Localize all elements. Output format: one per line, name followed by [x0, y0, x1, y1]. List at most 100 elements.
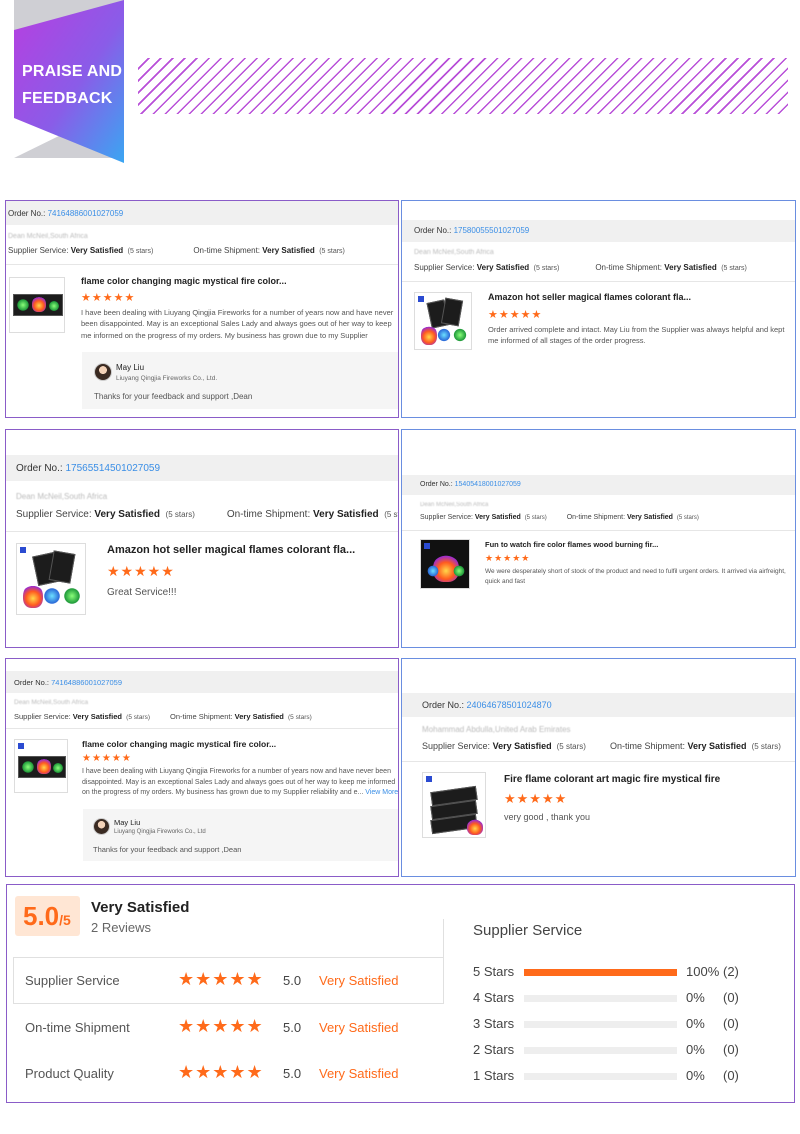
bar-track [524, 1021, 677, 1028]
customer-name: Dean McNeil,South Africa [14, 699, 89, 706]
supplier-service-label: Supplier Service [25, 973, 120, 988]
bar-count: (2) [723, 964, 739, 979]
reply-text: Thanks for your feedback and support ,De… [94, 392, 253, 401]
product-quality-label: Product Quality [25, 1066, 114, 1081]
rating-stars: ★★★★★ [485, 553, 531, 563]
product-image[interactable] [14, 739, 68, 793]
product-image[interactable] [422, 772, 486, 838]
service-ratings: Supplier Service: Very Satisfied (5 star… [8, 246, 345, 255]
reply-company: Liuyang Qingjia Fireworks Co., Ltd [114, 829, 206, 835]
product-title[interactable]: Fun to watch fire color flames wood burn… [485, 540, 658, 549]
avatar [94, 363, 112, 381]
supplier-reply: May Liu Liuyang Qingjia Fireworks Co., L… [82, 352, 398, 409]
review-card: Order No.: 24064678501024870 Mohammad Ab… [401, 658, 796, 877]
review-card: Order No.: 74164886001027059 Dean McNeil… [5, 658, 399, 877]
rating-stars: ★★★★★ [107, 563, 175, 579]
review-card: Order No.: 17565514501027059 Dean McNeil… [5, 429, 399, 648]
order-number[interactable]: Order No.: 24064678501024870 [402, 693, 795, 717]
rating-stars: ★★★★★ [82, 753, 132, 764]
view-more-link[interactable]: View More [139, 342, 174, 343]
avatar [93, 818, 110, 835]
praise-banner: PRAISE AND FEEDBACK [0, 0, 800, 175]
bar-label: 2 Stars [473, 1042, 515, 1057]
bar-count: (0) [723, 1068, 739, 1083]
rating-summary: 5.0/5 Very Satisfied 2 Reviews Supplier … [6, 884, 795, 1103]
reply-name: May Liu [114, 818, 141, 827]
review-text: I have been dealing with Liuyang Qingjia… [82, 768, 399, 796]
product-image[interactable] [9, 277, 65, 333]
order-number[interactable]: Order No.: 17580055501027059 [402, 220, 795, 242]
view-more-link[interactable]: View More [365, 789, 398, 796]
order-number[interactable]: Order No.: 74164886001027059 [6, 671, 398, 693]
order-number[interactable]: Order No.: 15405418001027059 [402, 475, 795, 495]
bar-count: (0) [723, 990, 739, 1005]
product-title[interactable]: flame color changing magic mystical fire… [82, 739, 276, 749]
order-number[interactable]: Order No.: 74164886001027059 [6, 201, 398, 225]
bar-track [524, 995, 677, 1002]
rating-text: Very Satisfied [319, 1066, 399, 1081]
bar-count: (0) [723, 1042, 739, 1057]
product-title[interactable]: Amazon hot seller magical flames coloran… [107, 544, 355, 556]
review-card: Order No.: 15405418001027059 Dean McNeil… [401, 429, 796, 648]
bar-percent: 100% [686, 964, 720, 979]
service-ratings: Supplier Service: Very Satisfied (5 star… [16, 509, 398, 520]
bar-label: 4 Stars [473, 990, 515, 1005]
bar-label: 1 Stars [473, 1068, 515, 1083]
banner-title: PRAISE AND FEEDBACK [22, 63, 123, 107]
rating-value: 5.0 [283, 1020, 302, 1035]
bar-count: (0) [723, 1016, 739, 1031]
customer-name: Dean McNeil,South Africa [414, 249, 494, 256]
rating-value: 5.0 [283, 973, 302, 988]
rating-stars: ★★★★★ [178, 969, 264, 989]
customer-name: Mohammad Abdulla,United Arab Emirates [422, 725, 571, 734]
service-ratings: Supplier Service: Very Satisfied (5 star… [420, 514, 699, 521]
bar-label: 5 Stars [473, 964, 515, 979]
breakdown-title[interactable]: Supplier Service [473, 922, 582, 939]
ontime-shipment-label: On-time Shipment [25, 1020, 130, 1035]
product-title[interactable]: Amazon hot seller magical flames coloran… [488, 292, 691, 302]
rating-text: Very Satisfied [319, 973, 399, 988]
rating-stars: ★★★★★ [504, 791, 568, 806]
rating-value: 5.0 [283, 1066, 302, 1081]
supplier-reply: May Liu Liuyang Qingjia Fireworks Co., L… [83, 809, 398, 861]
product-image[interactable] [16, 543, 86, 615]
rating-stars: ★★★★★ [488, 309, 543, 321]
bar-percent: 0% [686, 990, 705, 1005]
bar-fill [524, 969, 677, 976]
review-text: very good , thank you [504, 812, 591, 822]
overall-satisfaction: Very Satisfied [91, 899, 190, 916]
customer-name: Dean McNeil,South Africa [420, 502, 489, 508]
reply-company: Liuyang Qingjia Fireworks Co., Ltd. [116, 375, 218, 382]
bar-percent: 0% [686, 1016, 705, 1031]
reply-text: Thanks for your feedback and support ,De… [93, 845, 242, 854]
overall-score: 5.0/5 [15, 896, 80, 936]
product-image[interactable] [414, 292, 472, 350]
bar-percent: 0% [686, 1068, 705, 1083]
product-image[interactable] [420, 539, 470, 589]
review-card: Order No.: 74164886001027059 Dean McNeil… [5, 200, 399, 418]
bar-track [524, 969, 677, 976]
review-count[interactable]: 2 Reviews [91, 920, 151, 935]
bar-percent: 0% [686, 1042, 705, 1057]
review-card: Order No.: 17580055501027059 Dean McNeil… [401, 200, 796, 418]
order-number[interactable]: Order No.: 17565514501027059 [6, 455, 398, 481]
bar-track [524, 1047, 677, 1054]
rating-stars: ★★★★★ [178, 1062, 264, 1082]
rating-text: Very Satisfied [319, 1020, 399, 1035]
banner-hatch-decoration [138, 58, 788, 114]
customer-name: Dean McNeil,South Africa [8, 233, 88, 240]
review-text: Great Service!!! [107, 587, 177, 598]
review-text: I have been dealing with Liuyang Qingjia… [81, 307, 398, 343]
rating-stars: ★★★★★ [81, 292, 136, 304]
review-text: Order arrived complete and intact. May L… [488, 325, 785, 346]
product-title[interactable]: Fire flame colorant art magic fire mysti… [504, 774, 720, 785]
bar-label: 3 Stars [473, 1016, 515, 1031]
service-ratings: Supplier Service: Very Satisfied (5 star… [422, 741, 781, 751]
customer-name: Dean McNeil,South Africa [16, 492, 108, 501]
service-ratings: Supplier Service: Very Satisfied (5 star… [414, 263, 747, 272]
bar-track [524, 1073, 677, 1080]
rating-stars: ★★★★★ [178, 1016, 264, 1036]
review-text: We were desperately short of stock of th… [485, 568, 786, 585]
product-title[interactable]: flame color changing magic mystical fire… [81, 276, 287, 286]
reply-name: May Liu [116, 363, 145, 372]
